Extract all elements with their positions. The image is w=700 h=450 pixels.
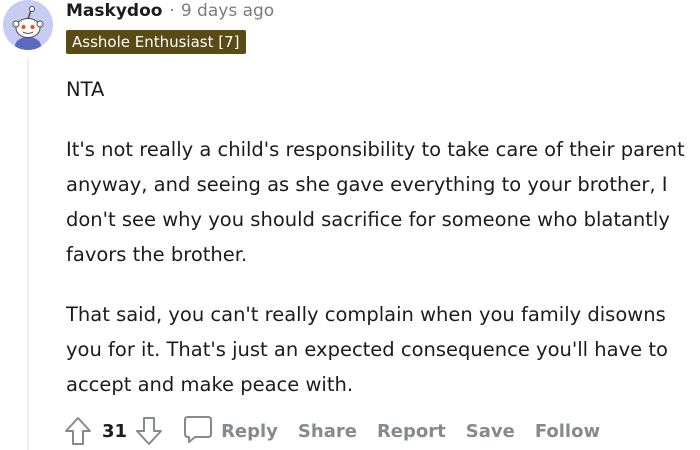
upvote-arrow-icon[interactable] xyxy=(62,414,94,448)
comment: Maskydoo · 9 days ago Asshole Enthusiast… xyxy=(0,0,700,450)
timestamp[interactable]: 9 days ago xyxy=(181,0,274,22)
comment-header: Maskydoo · 9 days ago xyxy=(66,0,274,22)
comment-paragraph: That said, you can't really complain whe… xyxy=(66,303,668,396)
snoo-avatar-icon xyxy=(3,0,53,50)
username[interactable]: Maskydoo xyxy=(66,0,162,22)
avatar[interactable] xyxy=(3,0,53,50)
follow-button[interactable]: Follow xyxy=(535,421,600,442)
separator-dot: · xyxy=(169,1,175,21)
user-flair: Asshole Enthusiast [7] xyxy=(66,30,246,54)
comment-action-bar: 31 Reply Share Report Save Follow xyxy=(62,412,600,450)
reply-button[interactable]: Reply xyxy=(183,414,278,449)
report-button[interactable]: Report xyxy=(377,421,446,442)
share-button[interactable]: Share xyxy=(298,421,357,442)
comment-bubble-icon xyxy=(183,414,213,449)
comment-paragraph: NTA xyxy=(66,78,105,101)
vote-score: 31 xyxy=(102,420,128,442)
reply-label: Reply xyxy=(221,420,278,442)
save-button[interactable]: Save xyxy=(466,421,515,442)
comment-paragraph: It's not really a child's responsibility… xyxy=(66,138,685,266)
downvote-arrow-icon[interactable] xyxy=(133,414,165,448)
comment-body: NTA It's not really a child's responsibi… xyxy=(66,72,698,402)
thread-line[interactable] xyxy=(27,58,29,450)
